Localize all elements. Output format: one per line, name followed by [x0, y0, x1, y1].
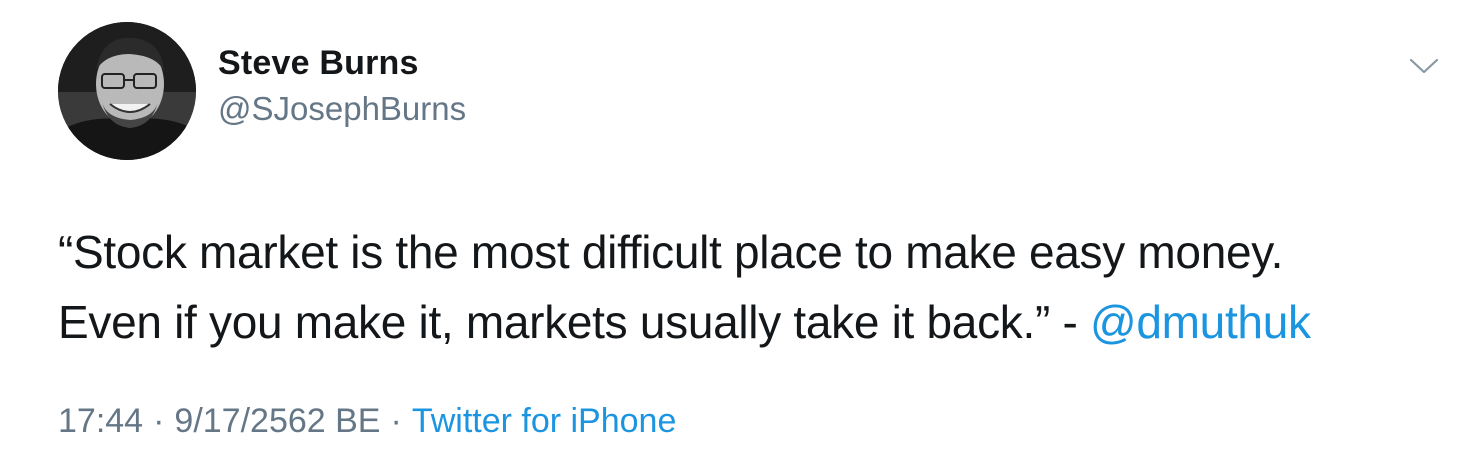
- author-display-name[interactable]: Steve Burns: [218, 44, 419, 83]
- chevron-down-icon[interactable]: [1408, 54, 1440, 78]
- tweet-date[interactable]: 9/17/2562 BE: [174, 402, 380, 440]
- tweet-meta: 17:44 · 9/17/2562 BE · Twitter for iPhone: [58, 402, 676, 441]
- avatar[interactable]: [58, 22, 196, 160]
- meta-separator: ·: [390, 402, 402, 440]
- avatar-image: [58, 22, 196, 160]
- tweet-text-line-2-body: Even if you make it, markets usually tak…: [58, 296, 1090, 348]
- tweet-text-line-1: “Stock market is the most difficult plac…: [58, 226, 1284, 278]
- meta-separator: ·: [153, 402, 165, 440]
- tweet: Steve Burns @SJosephBurns “Stock market …: [0, 0, 1469, 472]
- tweet-time[interactable]: 17:44: [58, 402, 143, 440]
- tweet-text-line-2: Even if you make it, markets usually tak…: [58, 287, 1438, 357]
- tweet-text: “Stock market is the most difficult plac…: [58, 217, 1438, 357]
- tweet-source-link[interactable]: Twitter for iPhone: [412, 402, 677, 440]
- mention-link[interactable]: @dmuthuk: [1090, 296, 1311, 348]
- author-handle[interactable]: @SJosephBurns: [218, 90, 466, 128]
